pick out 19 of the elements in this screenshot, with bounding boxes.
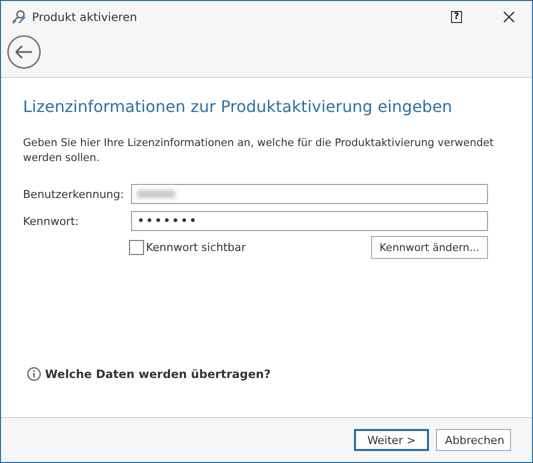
password-field[interactable]: ••••••• — [131, 211, 488, 231]
change-password-button[interactable]: Kennwort ändern... — [371, 236, 488, 259]
blurred-value — [137, 190, 175, 198]
checkbox[interactable] — [129, 240, 144, 255]
username-field[interactable] — [131, 184, 488, 204]
back-icon[interactable] — [7, 35, 41, 69]
next-button[interactable]: Weiter > — [354, 429, 429, 451]
info-icon — [27, 367, 41, 381]
description-text: Geben Sie hier Ihre Lizenzinformationen an, welche für die Produktaktivierung verwendet werden sollen. — [23, 136, 495, 166]
cancel-button[interactable]: Abbrechen — [436, 429, 511, 451]
window-title: Produkt aktivieren — [32, 10, 137, 24]
checkbox-label: Kennwort sichtbar — [146, 241, 246, 254]
info-link[interactable]: Welche Daten werden übertragen? — [45, 367, 271, 381]
key-icon — [11, 9, 27, 25]
page-heading: Lizenzinformationen zur Produktaktivierung eingeben — [23, 97, 454, 116]
close-icon[interactable] — [503, 11, 515, 23]
field-label: Benutzerkennung: — [23, 188, 125, 200]
field-label: Kennwort: — [23, 214, 80, 228]
help-button[interactable]: ? — [451, 11, 462, 23]
